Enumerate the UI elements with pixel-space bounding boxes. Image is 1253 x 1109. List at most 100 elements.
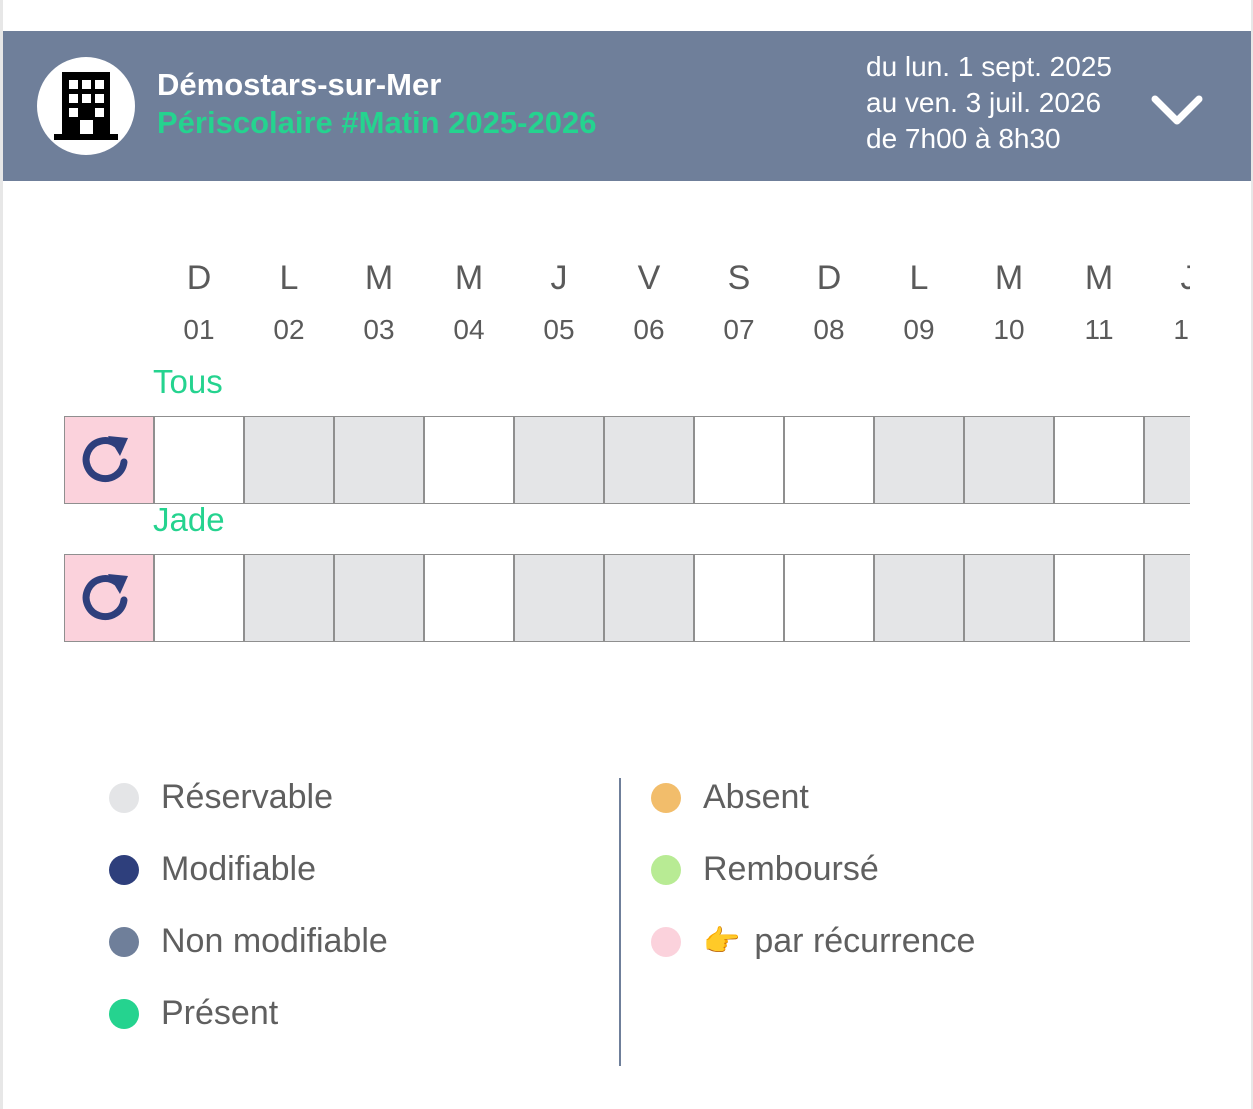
chevron-down-icon[interactable] xyxy=(1149,91,1205,131)
day-column-header: M 04 xyxy=(424,250,514,354)
day-number: 10 xyxy=(993,314,1025,345)
day-letter: M xyxy=(1084,259,1114,297)
legend-item: Réservable xyxy=(109,778,333,817)
legend-label: Réservable xyxy=(161,778,333,816)
day-cell[interactable] xyxy=(1144,554,1190,642)
day-column-header: J 12 xyxy=(1144,250,1190,354)
day-number: 07 xyxy=(723,314,755,345)
day-letter: J xyxy=(550,259,568,297)
row-label: Tous xyxy=(153,363,223,400)
legend-item: Remboursé xyxy=(651,850,879,889)
day-number: 08 xyxy=(813,314,845,345)
legend-label: Non modifiable xyxy=(161,922,388,960)
legend-item: Présent xyxy=(109,994,278,1033)
day-cell[interactable] xyxy=(1144,416,1190,504)
day-cell[interactable] xyxy=(334,416,424,504)
day-column-header: D 08 xyxy=(784,250,874,354)
day-cell[interactable] xyxy=(244,416,334,504)
legend-color-dot xyxy=(109,998,139,1029)
legend-divider xyxy=(619,778,621,1066)
day-cell[interactable] xyxy=(604,416,694,504)
building-icon xyxy=(37,57,135,155)
activity-hours: de 7h00 à 8h30 xyxy=(866,123,1061,154)
day-cell[interactable] xyxy=(874,554,964,642)
day-column-header: L 09 xyxy=(874,250,964,354)
legend-color-dot xyxy=(109,926,139,957)
legend-label: Absent xyxy=(703,778,809,816)
recurrence-button[interactable] xyxy=(64,416,154,504)
legend-color-dot xyxy=(651,854,681,885)
day-number: 12 xyxy=(1173,314,1190,345)
legend-label: Présent xyxy=(161,994,279,1032)
day-cell[interactable] xyxy=(784,554,874,642)
day-letter: J xyxy=(1180,259,1191,297)
day-letter: L xyxy=(909,259,929,297)
day-cell[interactable] xyxy=(424,554,514,642)
day-column-header: L 02 xyxy=(244,250,334,354)
day-column-header: D 01 xyxy=(154,250,244,354)
legend: Réservable Modifiable Non modifiable Présen… xyxy=(0,770,1253,1070)
day-cell[interactable] xyxy=(514,554,604,642)
pointing-hand-icon: 👉 xyxy=(703,925,741,958)
legend-label: Remboursé xyxy=(703,850,879,888)
day-cell[interactable] xyxy=(514,416,604,504)
legend-color-dot xyxy=(109,854,139,885)
day-letter: M xyxy=(994,259,1024,297)
activity-name: Périscolaire #Matin 2025-2026 xyxy=(157,105,597,140)
day-cell[interactable] xyxy=(244,554,334,642)
day-cell[interactable] xyxy=(334,554,424,642)
day-letter: V xyxy=(637,259,661,297)
day-number: 11 xyxy=(1084,314,1114,345)
day-column-header: J 05 xyxy=(514,250,604,354)
calendar-row xyxy=(64,416,1190,504)
day-number: 03 xyxy=(363,314,395,345)
day-letter: L xyxy=(279,259,299,297)
legend-item: Modifiable xyxy=(109,850,316,889)
day-cell[interactable] xyxy=(154,416,244,504)
organization-name: Démostars-sur-Mer xyxy=(157,67,442,102)
row-label: Jade xyxy=(153,501,225,538)
day-cell[interactable] xyxy=(964,554,1054,642)
day-cell[interactable] xyxy=(1054,554,1144,642)
legend-label: par récurrence xyxy=(754,922,976,960)
day-column-header: M 03 xyxy=(334,250,424,354)
date-to: au ven. 3 juil. 2026 xyxy=(866,87,1102,118)
activity-header: Démostars-sur-Mer Périscolaire #Matin 20… xyxy=(3,31,1251,181)
day-letter: D xyxy=(186,259,212,297)
day-cell[interactable] xyxy=(604,554,694,642)
day-number: 09 xyxy=(903,314,935,345)
day-number: 06 xyxy=(633,314,665,345)
day-number: 02 xyxy=(273,314,305,345)
day-cell[interactable] xyxy=(784,416,874,504)
day-cell[interactable] xyxy=(154,554,244,642)
legend-color-dot xyxy=(651,782,681,813)
day-column-header: V 06 xyxy=(604,250,694,354)
day-column-header: S 07 xyxy=(694,250,784,354)
day-number: 01 xyxy=(183,314,215,345)
legend-label: Modifiable xyxy=(161,850,316,888)
day-letter: D xyxy=(816,259,842,297)
activity-dates: du lun. 1 sept. 2025 au ven. 3 juil. 202… xyxy=(866,49,1112,157)
calendar-row xyxy=(64,554,1190,642)
legend-color-dot xyxy=(651,926,681,957)
legend-color-dot xyxy=(109,782,139,813)
day-letter: S xyxy=(727,259,751,297)
recurrence-button[interactable] xyxy=(64,554,154,642)
day-letter: M xyxy=(454,259,484,297)
day-cell[interactable] xyxy=(874,416,964,504)
day-cell[interactable] xyxy=(964,416,1054,504)
day-cell[interactable] xyxy=(1054,416,1144,504)
day-column-header: M 10 xyxy=(964,250,1054,354)
day-cell[interactable] xyxy=(694,416,784,504)
day-number: 05 xyxy=(543,314,575,345)
day-number: 04 xyxy=(453,314,485,345)
legend-item: Absent xyxy=(651,778,809,817)
day-letter: M xyxy=(364,259,394,297)
day-cell[interactable] xyxy=(694,554,784,642)
day-column-header: M 11 xyxy=(1054,250,1144,354)
legend-item: Non modifiable xyxy=(109,922,388,961)
legend-item: 👉 par récurrence xyxy=(651,922,975,961)
day-cell[interactable] xyxy=(424,416,514,504)
date-from: du lun. 1 sept. 2025 xyxy=(866,51,1112,82)
booking-calendar: D 01 L 02 M 03 M 04 J 05 V 06 S 07 D 08 L 09 M 10 M 11 J 12 Tou… xyxy=(64,250,1190,650)
